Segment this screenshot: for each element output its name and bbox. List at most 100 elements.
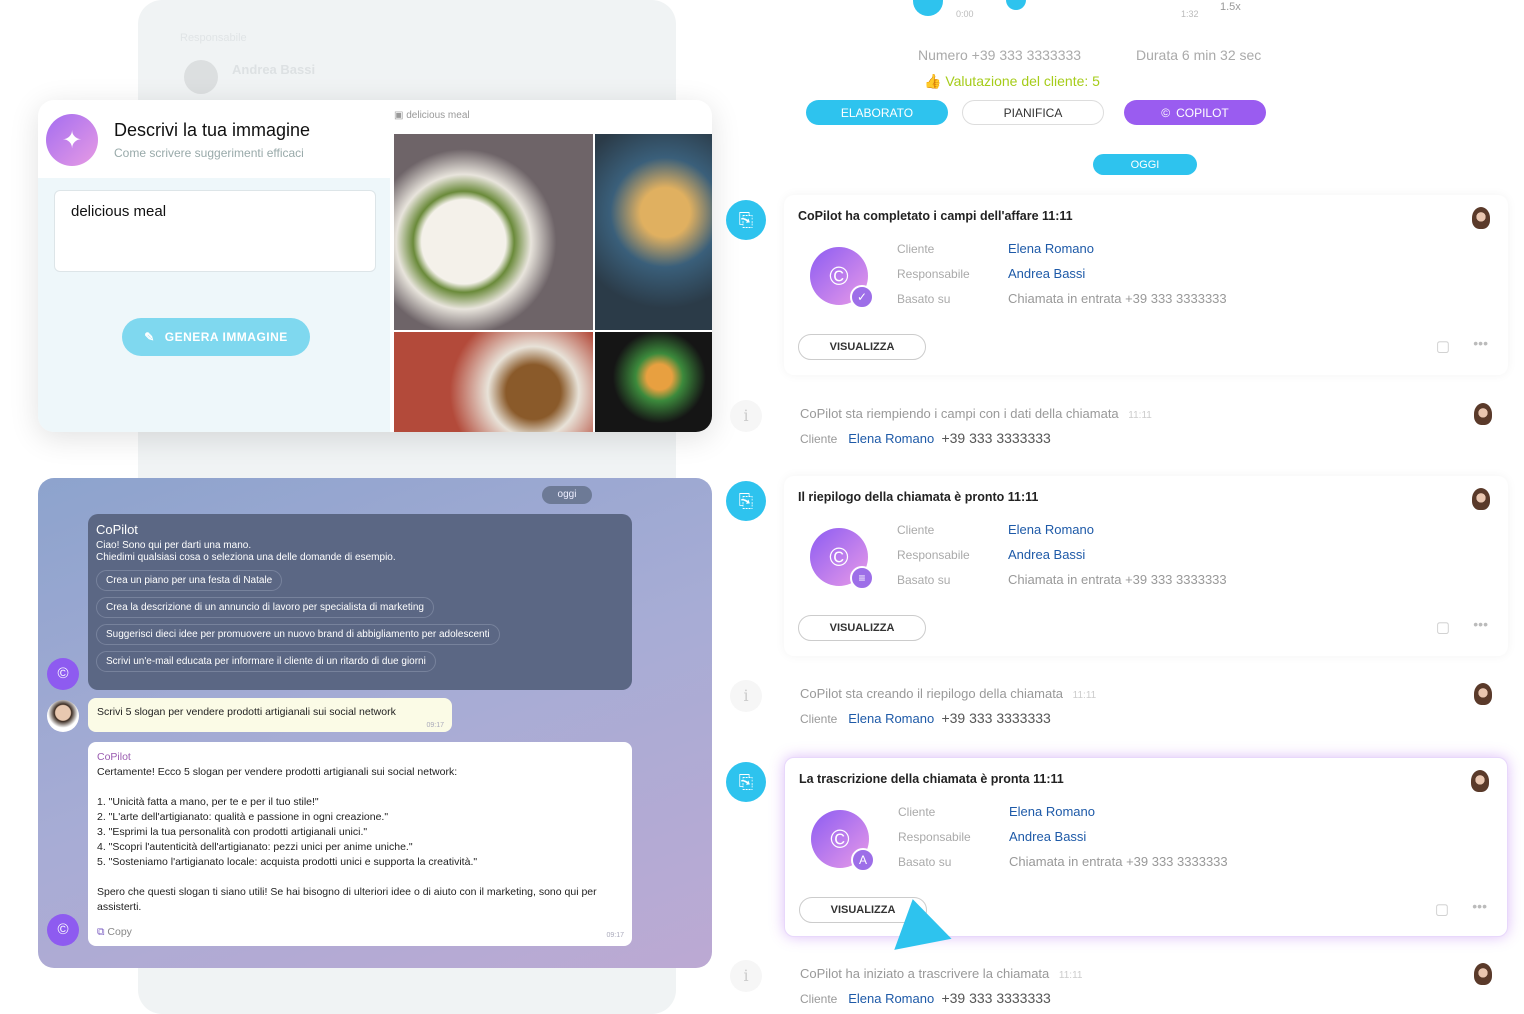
responsabile-link[interactable]: Andrea Bassi — [1008, 547, 1085, 562]
cliente-link[interactable]: Elena Romano — [1008, 522, 1094, 537]
event-time: 11:11 — [1072, 690, 1097, 701]
slogan: 3. "Esprimi la tua personalità con prodo… — [97, 826, 368, 838]
label-responsabile: Responsabile — [898, 830, 971, 844]
copilot-button[interactable]: © COPILOT — [1124, 100, 1266, 125]
copilot-icon: © ≡ — [810, 528, 874, 590]
food-image[interactable] — [394, 134, 593, 330]
user-avatar — [1474, 683, 1492, 705]
responsabile-link[interactable]: Andrea Bassi — [1009, 829, 1086, 844]
suggestion-chip[interactable]: Suggerisci dieci idee per promuovere un … — [96, 624, 500, 645]
copilot-icon: © ✓ — [810, 247, 874, 309]
user-avatar — [1474, 403, 1492, 425]
copilot-card: La trascrizione della chiamata è pronta … — [784, 757, 1508, 937]
customer-rating: 👍 Valutazione del cliente: 5 — [924, 73, 1100, 90]
suggestion-chip[interactable]: Scrivi un'e-mail educata per informare i… — [96, 651, 436, 672]
event-detail: Cliente Elena Romano +39 333 3333333 — [800, 710, 1051, 726]
copilot-card: CoPilot ha completato i campi dell'affar… — [784, 195, 1508, 375]
view-button[interactable]: VISUALIZZA — [798, 334, 926, 360]
timeline-document-icon: ⎘ — [726, 200, 766, 240]
cliente-link[interactable]: Elena Romano — [1009, 804, 1095, 819]
copilot-chat: oggi CoPilot Ciao! Sono qui per darti un… — [38, 478, 712, 968]
call-duration: Durata 6 min 32 sec — [1136, 47, 1262, 63]
suggestion-chip[interactable]: Crea un piano per una festa di Natale — [96, 570, 283, 591]
info-icon: i — [730, 680, 762, 712]
status-badge-icon: ≡ — [850, 566, 874, 590]
generator-title: Descrivi la tua immagine — [114, 120, 311, 140]
card-title: CoPilot ha completato i campi dell'affar… — [798, 209, 1073, 223]
food-image[interactable] — [394, 332, 593, 432]
tips-link[interactable]: Come scrivere suggerimenti efficaci — [114, 146, 304, 160]
more-icon[interactable]: ••• — [1473, 616, 1488, 632]
faded-label: Responsabile — [180, 32, 247, 44]
event-message: CoPilot sta creando il riepilogo della c… — [800, 686, 1064, 701]
pianifica-button[interactable]: PIANIFICA — [962, 100, 1104, 125]
sender-name: CoPilot — [96, 522, 138, 537]
event-detail: Cliente Elena Romano +39 333 3333333 — [800, 990, 1051, 1006]
info-icon: i — [730, 400, 762, 432]
more-icon[interactable]: ••• — [1472, 898, 1487, 914]
result-label-text: delicious meal — [406, 110, 470, 121]
note-icon[interactable]: ▢ — [1435, 900, 1449, 918]
user-avatar — [1474, 963, 1492, 985]
cliente-link[interactable]: Elena Romano — [1008, 241, 1094, 256]
more-icon[interactable]: ••• — [1473, 335, 1488, 351]
basato-value: Chiamata in entrata +39 333 3333333 — [1008, 291, 1227, 306]
cliente-link[interactable]: Elena Romano — [848, 431, 934, 446]
message-time: 09:17 — [426, 722, 444, 729]
timeline-document-icon: ⎘ — [726, 481, 766, 521]
food-image[interactable] — [595, 332, 712, 432]
note-icon[interactable]: ▢ — [1436, 618, 1450, 636]
faded-name: Andrea Bassi — [232, 62, 316, 77]
copilot-icon: © A — [811, 810, 875, 872]
event-message: CoPilot ha iniziato a trascrivere la chi… — [800, 966, 1050, 981]
copilot-reply: CoPilot Certamente! Ecco 5 slogan per ve… — [88, 742, 632, 946]
copilot-avatar: © — [47, 914, 79, 946]
label-cliente: Cliente — [897, 242, 935, 256]
image-icon: ▣ — [394, 110, 407, 121]
copilot-avatar: © — [47, 658, 79, 690]
reply-outro: Spero che questi slogan ti siano utili! … — [97, 886, 597, 913]
cliente-link[interactable]: Elena Romano — [848, 991, 934, 1006]
generate-image-button[interactable]: ✎ GENERA IMMAGINE — [122, 318, 310, 356]
event-time: 11:11 — [1058, 970, 1083, 981]
responsabile-link[interactable]: Andrea Bassi — [1008, 266, 1085, 281]
suggestion-chip[interactable]: Crea la descrizione di un annuncio di la… — [96, 597, 434, 618]
speed-toggle[interactable]: 1.5x — [1220, 1, 1241, 13]
slogan: 5. "Sosteniamo l'artigianato locale: acq… — [97, 856, 478, 868]
reply-intro: Certamente! Ecco 5 slogan per vendere pr… — [97, 766, 458, 778]
view-button[interactable]: VISUALIZZA — [798, 615, 926, 641]
label-responsabile: Responsabile — [897, 548, 970, 562]
phone-number: +39 333 3333333 — [941, 990, 1051, 1006]
image-generator-card: ✦ Descrivi la tua immagine Come scrivere… — [38, 100, 712, 432]
call-number: Numero +39 333 3333333 — [918, 47, 1082, 63]
food-image[interactable] — [595, 134, 712, 330]
pause-button[interactable] — [913, 0, 943, 16]
prompt-input[interactable]: delicious meal — [54, 190, 376, 272]
copilot-welcome-message: CoPilot Ciao! Sono qui per darti una man… — [88, 514, 632, 690]
copilot-button-label: COPILOT — [1176, 105, 1229, 120]
message-time: 09:17 — [606, 932, 624, 939]
label-cliente: Cliente — [898, 805, 936, 819]
copy-icon: ⧉ — [97, 926, 108, 938]
cliente-link[interactable]: Elena Romano — [848, 711, 934, 726]
status-badge-icon: A — [851, 848, 875, 872]
time-end: 1:32 — [1181, 9, 1199, 19]
note-icon[interactable]: ▢ — [1436, 337, 1450, 355]
greeting-line: Chiedimi qualsiasi cosa o seleziona una … — [96, 552, 396, 563]
copy-button[interactable]: ⧉ Copy — [97, 925, 623, 940]
result-label: ▣ delicious meal — [394, 110, 470, 121]
date-divider: oggi — [542, 486, 592, 504]
today-divider: OGGI — [1093, 154, 1197, 175]
playback-slider[interactable] — [1006, 0, 1026, 10]
info-icon: i — [730, 960, 762, 992]
timeline-document-icon: ⎘ — [726, 762, 766, 802]
phone-number: +39 333 3333333 — [941, 430, 1051, 446]
label-responsabile: Responsabile — [897, 267, 970, 281]
elaborato-button[interactable]: ELABORATO — [806, 100, 948, 125]
copilot-icon: © — [1161, 105, 1171, 120]
label-cliente: Cliente — [800, 712, 838, 726]
greeting-line: Ciao! Sono qui per darti una mano. — [96, 540, 252, 551]
label-basato: Basato su — [898, 855, 952, 869]
event-text: CoPilot sta riempiendo i campi con i dat… — [800, 406, 1152, 421]
copilot-card: Il riepilogo della chiamata è pronto 11:… — [784, 476, 1508, 656]
